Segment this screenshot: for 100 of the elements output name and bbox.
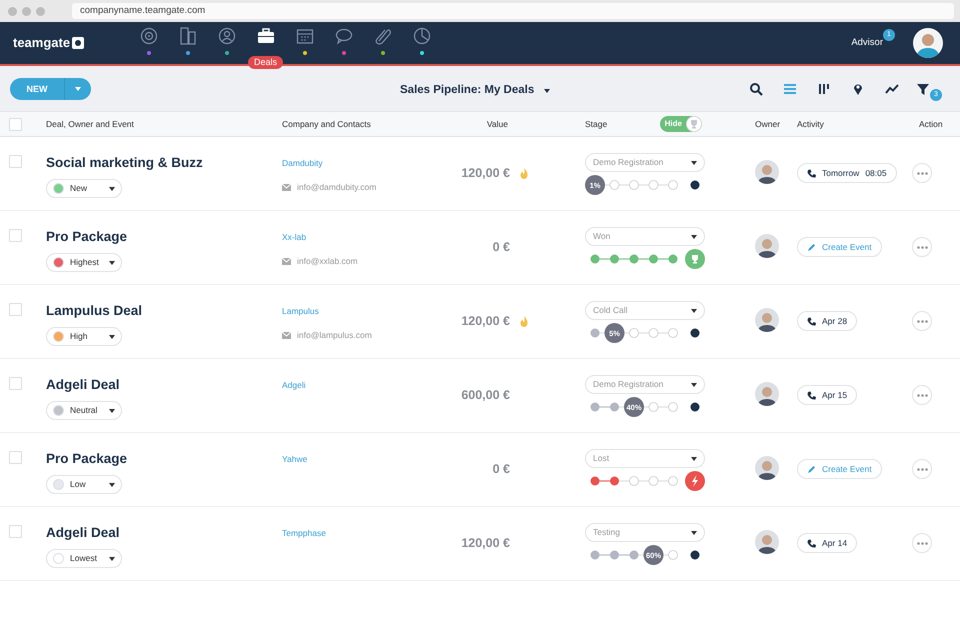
- caret-icon: [109, 408, 115, 413]
- priority-dropdown[interactable]: High: [46, 327, 122, 346]
- more-button[interactable]: [912, 459, 932, 479]
- column-header: Activity: [797, 118, 824, 129]
- email-text: info@xxlab.com: [297, 255, 358, 268]
- column-header: Company and Contacts: [282, 118, 371, 129]
- pipeline-selector[interactable]: Sales Pipeline: My Deals: [400, 82, 550, 100]
- caret-icon: [109, 482, 115, 487]
- filter-icon: [916, 82, 930, 96]
- caret-icon: [691, 530, 697, 534]
- more-button[interactable]: [912, 311, 932, 331]
- logo-icon: [72, 37, 84, 49]
- more-button[interactable]: [912, 237, 932, 257]
- row-checkbox[interactable]: [9, 229, 22, 242]
- more-icon: [916, 468, 928, 470]
- nav-label: Deals: [248, 56, 283, 69]
- deal-title[interactable]: Adgeli Deal: [46, 523, 282, 544]
- caret-icon: [109, 556, 115, 561]
- activity-button[interactable]: Apr 28: [797, 311, 858, 331]
- deal-value: 120,00 €: [461, 313, 510, 330]
- caret-icon: [109, 334, 115, 339]
- deal-value: 120,00 €: [461, 535, 510, 552]
- owner-avatar: [755, 382, 779, 406]
- calendar-icon: [296, 27, 314, 45]
- deal-title[interactable]: Pro Package: [46, 227, 282, 248]
- briefcase-icon: [256, 27, 274, 45]
- user-name[interactable]: Advisor: [851, 36, 883, 48]
- paperclip-icon: [374, 27, 392, 45]
- buildings-icon: [178, 27, 196, 45]
- column-header: Stage: [585, 118, 608, 130]
- list-view-icon: [783, 82, 797, 96]
- address-bar[interactable]: companyname.teamgate.com: [72, 3, 954, 19]
- caret-icon: [109, 186, 115, 191]
- more-button[interactable]: [912, 385, 932, 405]
- caret-icon: [691, 234, 697, 238]
- caret-icon: [75, 86, 81, 90]
- caret-icon: [691, 382, 697, 386]
- more-button[interactable]: [912, 163, 932, 183]
- phone-icon: [807, 538, 816, 548]
- email-text: info@damdubity.com: [297, 181, 376, 194]
- pencil-icon: [807, 464, 816, 474]
- phone-icon: [807, 390, 816, 400]
- owner-avatar: [755, 530, 779, 554]
- phone-icon: [807, 168, 816, 178]
- priority-dropdown[interactable]: Neutral: [46, 401, 122, 420]
- envelope-icon: [282, 184, 291, 191]
- row-checkbox[interactable]: [9, 303, 22, 316]
- board-view-icon: [817, 82, 831, 96]
- pencil-icon: [807, 242, 816, 252]
- row-checkbox[interactable]: [9, 451, 22, 464]
- more-icon: [916, 394, 928, 396]
- more-icon: [916, 320, 928, 322]
- deal-title[interactable]: Lampulus Deal: [46, 301, 282, 322]
- column-header: Deal, Owner and Event: [46, 118, 134, 129]
- line-chart-icon: [885, 82, 899, 96]
- caret-icon: [691, 160, 697, 164]
- owner-avatar: [755, 456, 779, 480]
- priority-dropdown[interactable]: Highest: [46, 253, 122, 272]
- activity-button[interactable]: Tomorrow 08:05: [797, 163, 897, 183]
- activity-button[interactable]: Apr 14: [797, 533, 858, 553]
- chat-icon: [334, 27, 352, 45]
- user-avatar[interactable]: [913, 28, 943, 58]
- caret-icon: [691, 308, 697, 312]
- priority-dropdown[interactable]: Lowest: [46, 549, 122, 568]
- map-pin-icon: [851, 82, 865, 96]
- deal-title[interactable]: Adgeli Deal: [46, 375, 282, 396]
- activity-button[interactable]: Apr 15: [797, 385, 858, 405]
- target-icon: [140, 27, 158, 45]
- priority-dropdown[interactable]: Low: [46, 475, 122, 494]
- more-button[interactable]: [912, 533, 932, 553]
- trophy-icon: [689, 119, 699, 129]
- column-header: Value: [486, 118, 508, 129]
- deal-value: 0 €: [492, 461, 510, 478]
- more-icon: [916, 542, 928, 544]
- caret-icon: [691, 456, 697, 460]
- pie-chart-icon: [412, 27, 430, 45]
- select-all-checkbox[interactable]: [9, 118, 22, 130]
- more-icon: [916, 246, 928, 248]
- deal-value: 0 €: [492, 239, 510, 256]
- envelope-icon: [282, 258, 291, 265]
- column-header: Owner: [755, 118, 780, 129]
- row-checkbox[interactable]: [9, 525, 22, 538]
- deal-title[interactable]: Pro Package: [46, 449, 282, 470]
- deal-title[interactable]: Social marketing & Buzz: [46, 153, 282, 174]
- caret-icon: [544, 88, 550, 93]
- row-checkbox[interactable]: [9, 377, 22, 390]
- owner-avatar: [755, 234, 779, 258]
- deal-value: 600,00 €: [461, 387, 510, 404]
- deal-value: 120,00 €: [461, 165, 510, 182]
- column-header: Action: [919, 118, 943, 129]
- owner-avatar: [755, 160, 779, 184]
- priority-dropdown[interactable]: New: [46, 179, 122, 198]
- logo-text: teamgate: [13, 34, 70, 52]
- phone-icon: [807, 316, 816, 326]
- email-text: info@lampulus.com: [297, 329, 372, 342]
- search-icon: [749, 82, 763, 96]
- envelope-icon: [282, 332, 291, 339]
- row-checkbox[interactable]: [9, 155, 22, 168]
- person-icon: [218, 27, 236, 45]
- owner-avatar: [755, 308, 779, 332]
